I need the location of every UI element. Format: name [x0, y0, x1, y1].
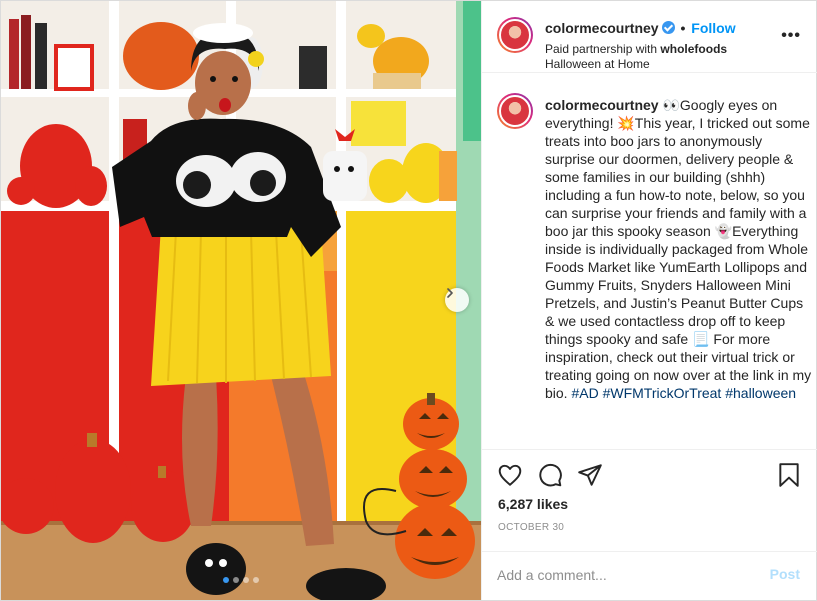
carousel-dot-active [223, 577, 229, 583]
post-date[interactable]: OCTOBER 30 [498, 522, 564, 533]
caption-username[interactable]: colormecourtney [545, 97, 659, 113]
hashtag-link[interactable]: #WFMTrickOrTreat [603, 385, 722, 401]
carousel-dot [243, 577, 249, 583]
partner-link[interactable]: wholefoods [660, 42, 727, 56]
speech-bubble-icon [539, 463, 562, 487]
post-photo[interactable] [1, 1, 481, 600]
post-actions: 6,287 likes OCTOBER 30 [482, 449, 817, 559]
add-comment-form: Post [482, 551, 817, 600]
author-username[interactable]: colormecourtney [545, 20, 659, 36]
location-link[interactable]: Halloween at Home [545, 57, 650, 71]
partnership-prefix: Paid partnership with [545, 42, 661, 56]
instagram-post: colormecourtney • Follow Paid partnershi… [0, 0, 817, 601]
caption-body: 👀Googly eyes on everything! 💥This year, … [545, 97, 812, 401]
bookmark-icon [779, 463, 799, 487]
caption-text: colormecourtney 👀Googly eyes on everythi… [545, 96, 815, 402]
post-side-panel: colormecourtney • Follow Paid partnershi… [481, 1, 817, 600]
heart-outline-icon [498, 464, 522, 486]
more-options-button[interactable]: ••• [781, 27, 801, 45]
comment-button[interactable] [537, 462, 563, 493]
share-button[interactable] [577, 462, 603, 493]
photo-illustration [1, 1, 481, 600]
verified-badge-icon [661, 21, 675, 34]
follow-button[interactable]: Follow [691, 20, 735, 36]
like-button[interactable] [497, 462, 523, 493]
post-header: colormecourtney • Follow Paid partnershi… [482, 1, 817, 73]
comment-input[interactable] [497, 564, 747, 586]
hashtag-link[interactable]: #AD [571, 385, 598, 401]
carousel-dot [233, 577, 239, 583]
header-user-line: colormecourtney • Follow [545, 20, 736, 36]
dot-separator: • [680, 20, 686, 36]
paper-plane-icon [578, 464, 602, 486]
carousel-indicator [1, 577, 481, 583]
next-slide-button[interactable] [445, 288, 469, 312]
save-button[interactable] [777, 462, 801, 493]
post-comment-button[interactable]: Post [770, 566, 800, 582]
carousel-dot [253, 577, 259, 583]
hashtag-link[interactable]: #halloween [725, 385, 796, 401]
caption-avatar[interactable] [497, 93, 533, 129]
paid-partnership-label: Paid partnership with wholefoods [545, 42, 727, 56]
likes-count[interactable]: 6,287 likes [498, 496, 568, 512]
chevron-right-icon [447, 288, 453, 298]
author-avatar[interactable] [497, 17, 533, 53]
